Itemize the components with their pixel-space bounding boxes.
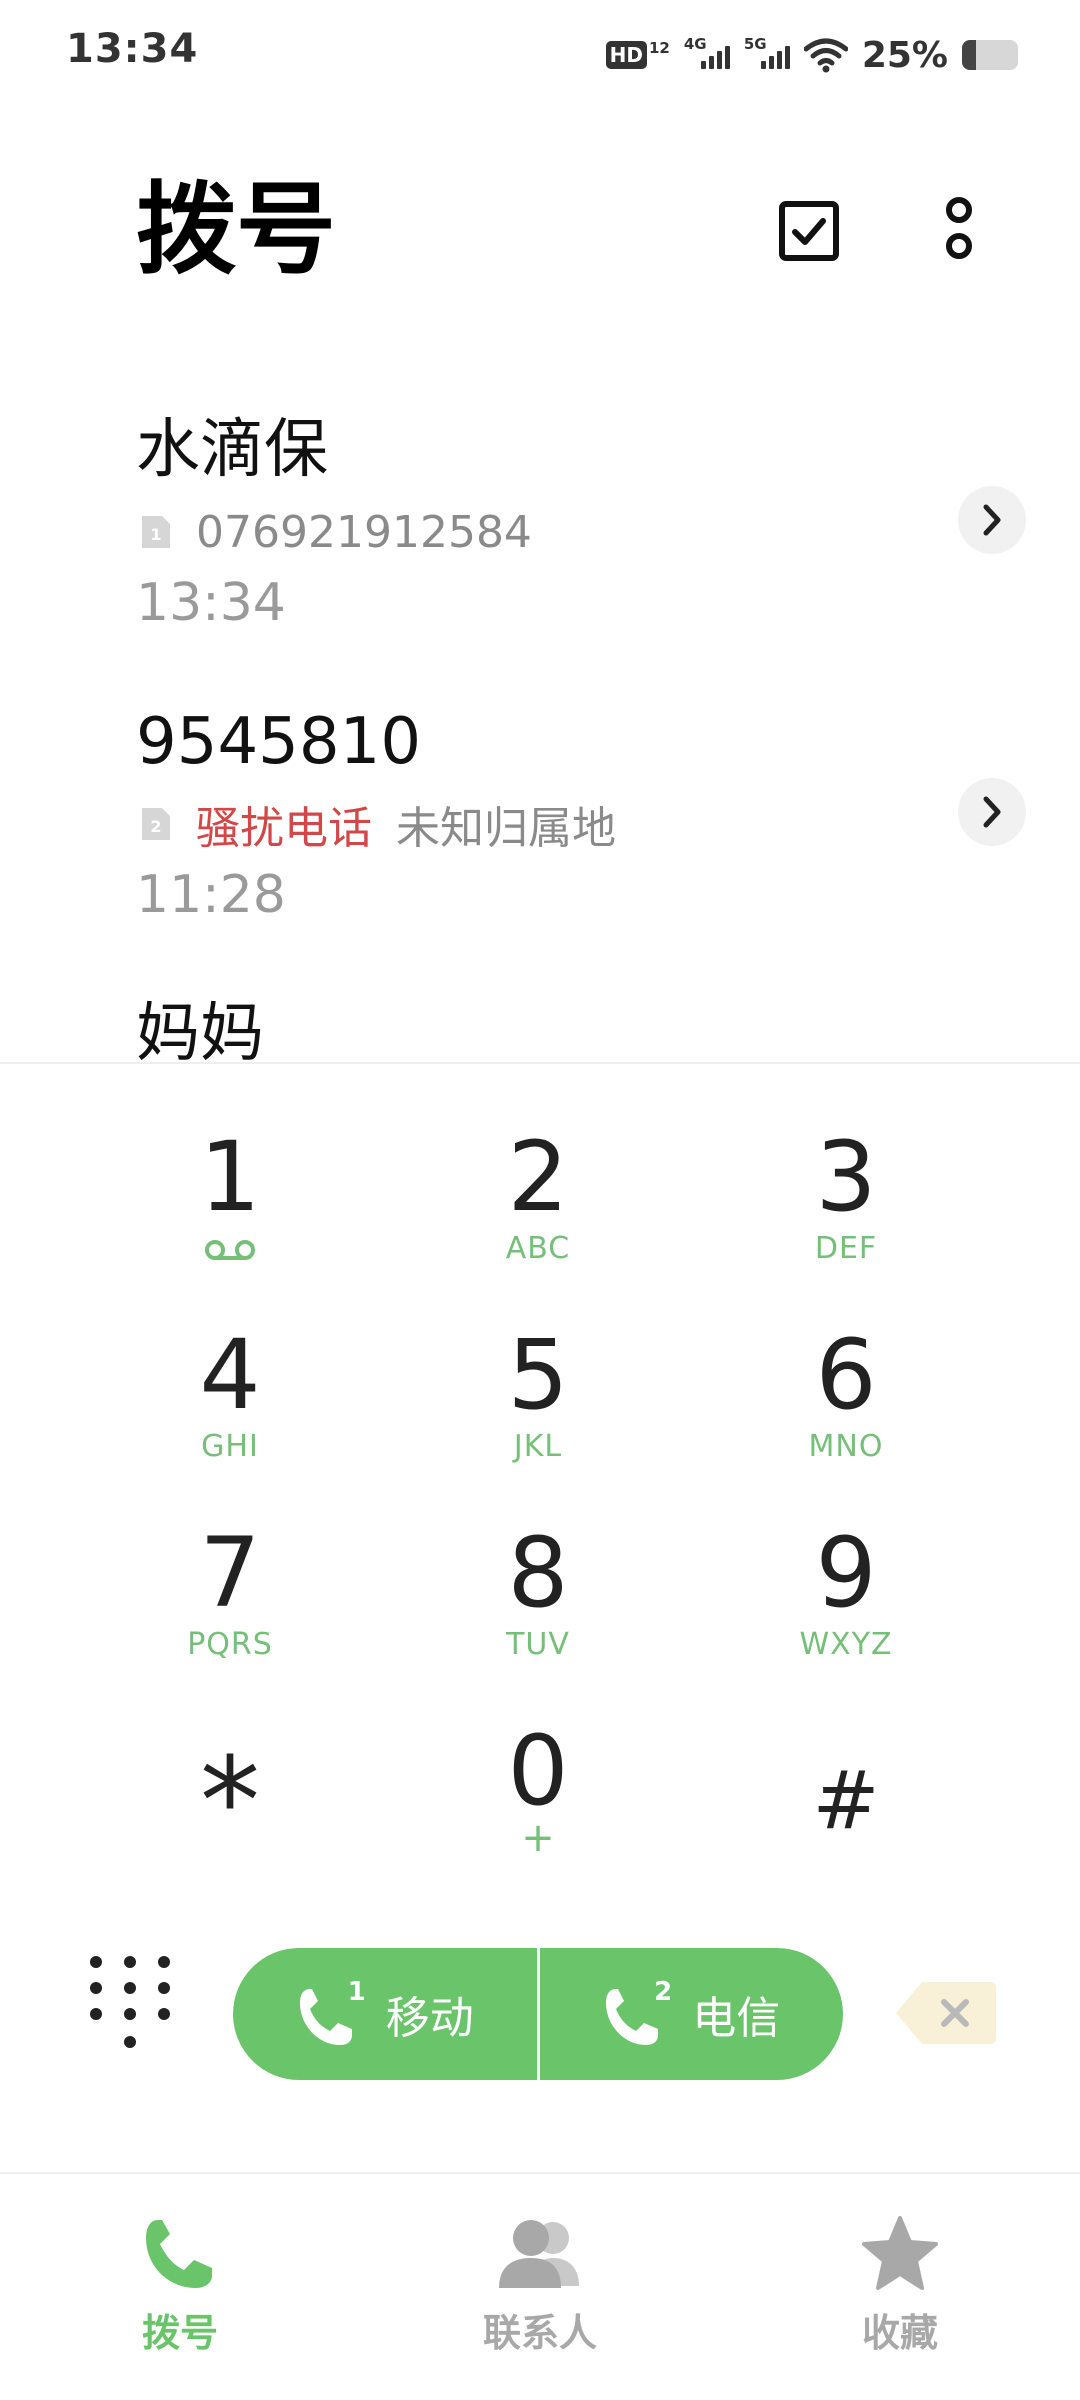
sim2-signal-icon: 5G [744, 35, 790, 73]
contacts-icon [499, 2220, 579, 2288]
more-options-button[interactable] [914, 186, 1004, 276]
key-plus: + [521, 1815, 555, 1861]
key-digit: 4 [199, 1319, 261, 1431]
bottom-navigation: 拨号 联系人 收藏 [0, 2172, 1080, 2400]
key-letters: TUV [506, 1627, 570, 1662]
key-5[interactable]: 5 JKL [418, 1312, 658, 1492]
key-digit: 5 [507, 1319, 569, 1431]
call-details: 1 076921912584 [140, 502, 532, 562]
svg-text:2: 2 [150, 817, 161, 836]
nav-dialer-label: 拨号 [141, 2311, 218, 2355]
dialpad-grid-icon [90, 1956, 170, 2048]
sim2-number: 2 [654, 1977, 673, 2007]
backspace-icon [896, 1982, 996, 2044]
status-icons: HD 12 4G 5G 25% [605, 30, 1018, 80]
dialpad-toggle-button[interactable] [82, 1950, 178, 2060]
call-time: 11:28 [136, 865, 286, 925]
spam-tag: 骚扰电话 [196, 803, 372, 854]
hd-voice-icon: HD 12 [605, 39, 670, 69]
key-digit: 8 [507, 1517, 569, 1629]
battery-icon [962, 40, 1018, 70]
caller-location: 未知归属地 [396, 803, 616, 854]
caller-name: 妈妈 [136, 997, 264, 1060]
key-4[interactable]: 4 GHI [110, 1312, 350, 1492]
star-icon [862, 2216, 938, 2290]
call-log-item[interactable]: 妈妈 [0, 964, 1080, 1060]
nav-contacts-label: 联系人 [482, 2311, 597, 2355]
phone-icon [146, 2220, 212, 2288]
call-buttons: 1 移动 2 电信 [233, 1948, 843, 2080]
caller-name: 水滴保 [136, 413, 328, 487]
key-9[interactable]: 9 WXYZ [726, 1510, 966, 1690]
phone-sim2-icon: 2 [602, 1977, 673, 2049]
sim1-signal-icon: 4G [684, 35, 730, 73]
sim1-number: 1 [347, 1977, 366, 2007]
key-letters: WXYZ [799, 1627, 893, 1662]
hd-label: HD [605, 41, 647, 69]
key-0[interactable]: 0 + [418, 1708, 658, 1888]
key-letters: MNO [808, 1429, 884, 1464]
sim-card-icon: 2 [142, 808, 170, 840]
key-1[interactable]: 1 [110, 1114, 350, 1294]
page-title: 拨号 [136, 171, 336, 288]
nav-dialer-tab[interactable]: 拨号 [60, 2214, 300, 2357]
call-details: 2 骚扰电话 未知归属地 [140, 794, 616, 854]
key-digit: * [200, 1733, 260, 1872]
chevron-right-icon [983, 796, 1001, 828]
call-details-button[interactable] [958, 486, 1026, 554]
sim2-carrier-label: 电信 [692, 1993, 781, 2044]
sim1-carrier-label: 移动 [385, 1993, 474, 2044]
more-vertical-icon [946, 197, 972, 259]
key-digit: # [812, 1754, 880, 1847]
call-log-list[interactable]: 水滴保 1 076921912584 13:34 9545810 2 骚扰电话 … [0, 380, 1080, 1060]
key-letters: PQRS [187, 1627, 273, 1662]
call-details-button[interactable] [958, 778, 1026, 846]
call-log-item[interactable]: 9545810 2 骚扰电话 未知归属地 11:28 [0, 672, 1080, 964]
key-digit: 9 [815, 1517, 877, 1629]
dialer-screen: 13:34 HD 12 4G 5G 25% 拨号 水滴保 1 076921912… [0, 0, 1080, 2400]
key-8[interactable]: 8 TUV [418, 1510, 658, 1690]
phone-sim1-icon: 1 [296, 1977, 366, 2049]
sim-card-icon: 1 [142, 516, 170, 548]
key-3[interactable]: 3 DEF [726, 1114, 966, 1294]
key-letters: DEF [814, 1231, 878, 1266]
key-digit: 2 [507, 1121, 569, 1233]
checkbox-icon [779, 201, 839, 261]
nav-favorites-label: 收藏 [861, 2311, 938, 2355]
select-button[interactable] [764, 186, 854, 276]
voicemail-icon [205, 1240, 255, 1260]
backspace-button[interactable] [894, 1980, 998, 2046]
caller-name: 9545810 [136, 705, 422, 779]
nav-favorites-tab[interactable]: 收藏 [780, 2214, 1020, 2357]
key-digit: 0 [507, 1715, 569, 1827]
call-sim1-button[interactable]: 1 移动 [233, 1948, 537, 2080]
call-log-item[interactable]: 水滴保 1 076921912584 13:34 [0, 380, 1080, 672]
phone-number: 076921912584 [196, 506, 532, 558]
key-hash[interactable]: # [726, 1708, 966, 1888]
nav-contacts-tab[interactable]: 联系人 [420, 2214, 660, 2357]
key-letters: JKL [513, 1429, 563, 1464]
key-digit: 7 [199, 1517, 261, 1629]
status-time: 13:34 [66, 26, 199, 72]
key-digit: 6 [815, 1319, 877, 1431]
chevron-right-icon [983, 504, 1001, 536]
key-digit: 3 [815, 1121, 877, 1233]
battery-percent: 25% [861, 34, 948, 76]
key-2[interactable]: 2 ABC [418, 1114, 658, 1294]
call-time: 13:34 [136, 573, 286, 633]
status-bar: 13:34 HD 12 4G 5G 25% [0, 0, 1080, 110]
key-7[interactable]: 7 PQRS [110, 1510, 350, 1690]
call-sim2-button[interactable]: 2 电信 [540, 1948, 844, 2080]
svg-text:1: 1 [150, 525, 161, 544]
wifi-icon [803, 38, 848, 73]
key-letters: GHI [201, 1429, 259, 1464]
call-buttons-divider [536, 1948, 540, 2080]
hd-sub-label: 12 [648, 39, 670, 57]
key-digit: 1 [199, 1121, 261, 1233]
key-letters: ABC [505, 1231, 571, 1266]
battery-level [962, 40, 976, 70]
key-6[interactable]: 6 MNO [726, 1312, 966, 1492]
key-star[interactable]: * [110, 1708, 350, 1888]
